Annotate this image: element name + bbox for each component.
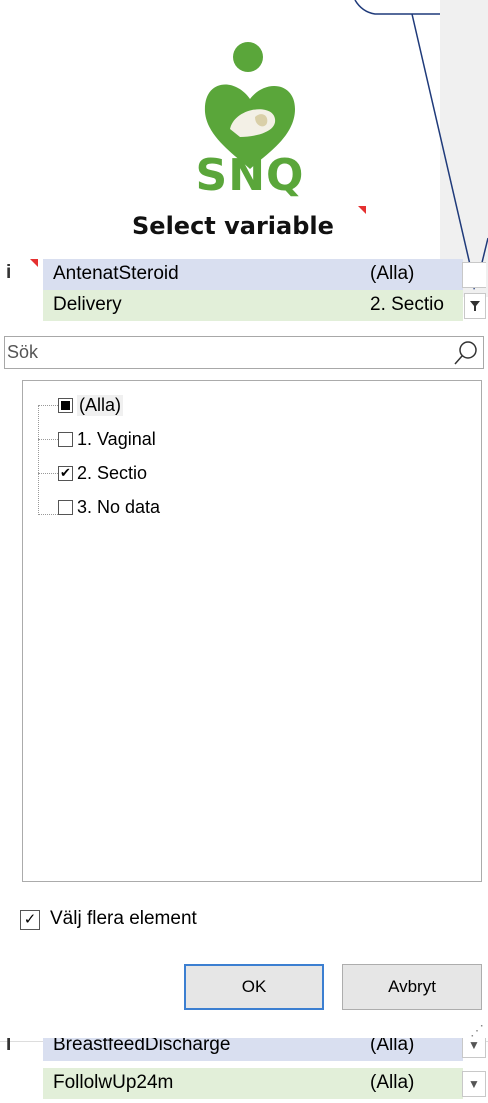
tree-line: [38, 514, 58, 515]
resize-grip-icon: ⋰: [470, 1022, 484, 1038]
filter-row-delivery[interactable]: Delivery 2. Sectio: [0, 290, 488, 321]
multi-select-label: Välj flera element: [50, 908, 197, 929]
filter-row-follolwup24m[interactable]: FollolwUp24m (Alla) ▼: [0, 1068, 488, 1099]
filter-row-breastfeeddischarge[interactable]: I BreastfeedDischarge (Alla) ▼: [0, 1038, 488, 1062]
filter-value: (Alla): [370, 1072, 415, 1093]
item-label: (Alla): [77, 395, 124, 416]
filter-name: FollolwUp24m: [53, 1072, 174, 1093]
filter-active-icon[interactable]: [464, 293, 486, 319]
filter-dropdown-button[interactable]: ▼: [462, 1038, 486, 1058]
filter-name: Delivery: [53, 294, 122, 315]
multi-select-checkbox[interactable]: ✓: [20, 910, 40, 930]
filter-value: (Alla): [370, 1038, 415, 1055]
checkbox[interactable]: [58, 432, 73, 447]
checkbox[interactable]: [58, 500, 73, 515]
comment-indicator: [30, 259, 38, 267]
value-listbox[interactable]: (Alla) 1. Vaginal ✔ 2. Sectio 3. No data: [22, 380, 482, 882]
item-label: 2. Sectio: [77, 463, 148, 483]
item-label: 1. Vaginal: [77, 429, 156, 449]
tree-line: [38, 405, 39, 515]
item-label: 3. No data: [77, 497, 161, 517]
cancel-button[interactable]: Avbryt: [342, 964, 482, 1010]
search-icon: [454, 341, 477, 365]
tree-line: [38, 473, 58, 474]
row-marker: i: [6, 262, 12, 283]
filter-row-antenatsteroid[interactable]: i AntenatSteroid (Alla): [0, 259, 488, 290]
row-marker: I: [6, 1038, 12, 1055]
tree-line: [38, 439, 58, 440]
filter-value: (Alla): [370, 263, 415, 284]
filter-name: AntenatSteroid: [53, 263, 179, 284]
checkbox-partial[interactable]: [58, 398, 73, 413]
search-input[interactable]: Sök: [4, 336, 484, 369]
ok-button[interactable]: OK: [184, 964, 324, 1010]
filter-value: 2. Sectio: [370, 294, 444, 315]
tree-line: [38, 405, 58, 406]
filter-dropdown-button[interactable]: ▼: [462, 1071, 486, 1097]
search-placeholder: Sök: [7, 342, 39, 362]
filter-name: BreastfeedDischarge: [53, 1038, 231, 1055]
filter-dropdown-button[interactable]: [462, 262, 486, 288]
logo-text: SNQ: [195, 150, 305, 201]
checkbox-checked[interactable]: ✔: [58, 466, 73, 481]
page-title: Select variable: [132, 212, 334, 240]
comment-indicator: [358, 206, 366, 214]
